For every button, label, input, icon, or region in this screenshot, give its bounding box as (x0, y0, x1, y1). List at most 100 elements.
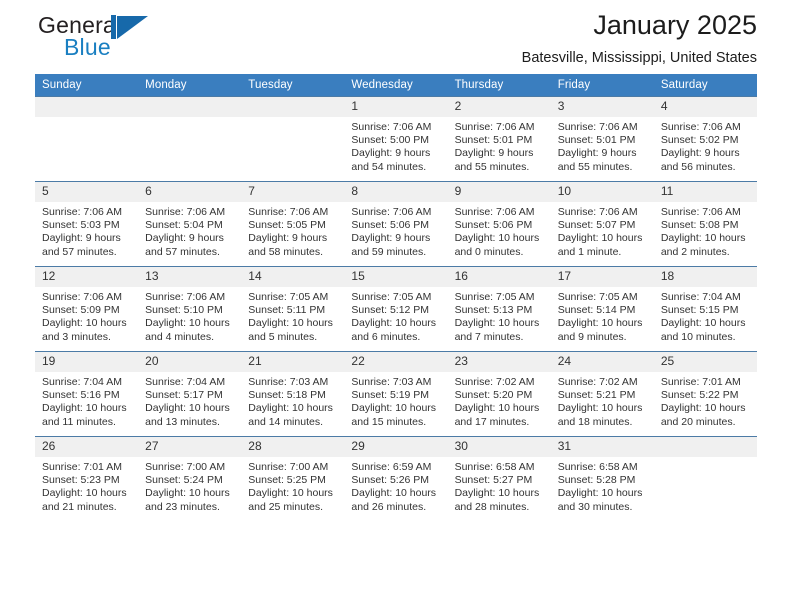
calendar-day-cell[interactable]: 6 Sunrise: 7:06 AM Sunset: 5:04 PM Daylight… (138, 181, 242, 267)
sunset-text: Sunset: 5:13 PM (454, 304, 533, 317)
sunrise-text: Sunrise: 7:06 AM (454, 206, 535, 218)
day-number: 27 (138, 437, 242, 457)
calendar-day-cell[interactable]: 10 Sunrise: 7:06 AM Sunset: 5:07 PM Dayligh… (550, 181, 654, 267)
calendar-day-cell[interactable]: 19 Sunrise: 7:04 AM Sunset: 5:16 PM Dayligh… (35, 351, 139, 437)
daylight-text-line1: Daylight: 9 hours (42, 232, 121, 245)
sunrise-sunset-calendar: Sunday Monday Tuesday Wednesday Thursday… (35, 74, 757, 521)
calendar-day-cell[interactable]: 17 Sunrise: 7:05 AM Sunset: 5:14 PM Dayligh… (550, 266, 654, 352)
calendar-day-cell[interactable]: 22 Sunrise: 7:03 AM Sunset: 5:19 PM Dayligh… (344, 351, 448, 437)
day-number: 13 (138, 267, 242, 287)
sunset-text: Sunset: 5:17 PM (145, 389, 223, 402)
day-number: 14 (241, 267, 345, 287)
daylight-text-line2: and 28 minutes. (454, 500, 530, 513)
sunrise-text: Sunrise: 7:04 AM (145, 376, 226, 388)
calendar-week-row: 5 Sunrise: 7:06 AM Sunset: 5:03 PM Daylight… (35, 181, 757, 267)
day-number: 18 (653, 267, 757, 287)
sunrise-text: Sunrise: 7:05 AM (557, 291, 638, 303)
daylight-text-line1: Daylight: 9 hours (351, 147, 431, 160)
day-details: Sunrise: 7:06 AM Sunset: 5:07 PM Daylight:… (551, 202, 654, 259)
sunset-text: Sunset: 5:27 PM (454, 474, 533, 487)
calendar-day-cell[interactable]: 3 Sunrise: 7:06 AM Sunset: 5:01 PM Daylight… (550, 96, 654, 182)
calendar-week-row: 26 Sunrise: 7:01 AM Sunset: 5:23 PM Dayligh… (35, 436, 757, 521)
day-number: 24 (550, 352, 654, 372)
weekday-header-sunday: Sunday (35, 74, 139, 97)
sunrise-text: Sunrise: 7:06 AM (351, 121, 432, 133)
sunset-text: Sunset: 5:09 PM (42, 304, 120, 317)
calendar-day-cell[interactable]: 25 Sunrise: 7:01 AM Sunset: 5:22 PM Dayligh… (653, 351, 757, 437)
day-number (138, 97, 242, 117)
calendar-day-cell[interactable]: 14 Sunrise: 7:05 AM Sunset: 5:11 PM Dayligh… (241, 266, 345, 352)
daylight-text-line2: and 59 minutes. (351, 245, 427, 258)
calendar-day-cell[interactable]: 20 Sunrise: 7:04 AM Sunset: 5:17 PM Dayligh… (138, 351, 242, 437)
daylight-text-line2: and 54 minutes. (351, 160, 427, 173)
day-details: Sunrise: 7:01 AM Sunset: 5:23 PM Daylight:… (35, 457, 138, 514)
calendar-day-cell[interactable]: 12 Sunrise: 7:06 AM Sunset: 5:09 PM Dayligh… (35, 266, 139, 352)
calendar-day-cell[interactable]: 8 Sunrise: 7:06 AM Sunset: 5:06 PM Daylight… (344, 181, 448, 267)
daylight-text-line2: and 0 minutes. (454, 245, 524, 258)
calendar-day-cell[interactable]: 15 Sunrise: 7:05 AM Sunset: 5:12 PM Dayligh… (344, 266, 448, 352)
daylight-text-line1: Daylight: 10 hours (557, 317, 643, 330)
sunrise-text: Sunrise: 7:01 AM (42, 461, 122, 473)
daylight-text-line2: and 57 minutes. (145, 245, 220, 258)
calendar-day-cell[interactable]: 27 Sunrise: 7:00 AM Sunset: 5:24 PM Dayligh… (138, 436, 242, 521)
calendar-day-cell[interactable]: 23 Sunrise: 7:02 AM Sunset: 5:20 PM Dayligh… (447, 351, 551, 437)
sunrise-text: Sunrise: 6:58 AM (454, 461, 535, 473)
calendar-day-cell[interactable]: 13 Sunrise: 7:06 AM Sunset: 5:10 PM Dayligh… (138, 266, 242, 352)
calendar-day-cell[interactable]: 2 Sunrise: 7:06 AM Sunset: 5:01 PM Daylight… (447, 96, 551, 182)
calendar-day-cell[interactable]: 26 Sunrise: 7:01 AM Sunset: 5:23 PM Dayligh… (35, 436, 139, 521)
logo-text-blue: Blue (64, 34, 111, 60)
calendar-day-cell[interactable]: 11 Sunrise: 7:06 AM Sunset: 5:08 PM Dayligh… (653, 181, 757, 267)
sunrise-text: Sunrise: 7:03 AM (351, 376, 432, 388)
day-number: 22 (344, 352, 448, 372)
general-blue-logo[interactable]: General Blue (38, 12, 238, 68)
daylight-text-line1: Daylight: 9 hours (351, 232, 431, 245)
day-details: Sunrise: 7:03 AM Sunset: 5:19 PM Daylight:… (344, 372, 447, 429)
sunrise-text: Sunrise: 7:05 AM (454, 291, 535, 303)
calendar-day-cell[interactable]: 1 Sunrise: 7:06 AM Sunset: 5:00 PM Daylight… (344, 96, 448, 182)
calendar-day-cell[interactable]: 18 Sunrise: 7:04 AM Sunset: 5:15 PM Dayligh… (653, 266, 757, 352)
calendar-day-cell[interactable]: 4 Sunrise: 7:06 AM Sunset: 5:02 PM Daylight… (653, 96, 757, 182)
sunset-text: Sunset: 5:23 PM (42, 474, 120, 487)
page-title: January 2025 (593, 10, 757, 40)
day-number: 15 (344, 267, 448, 287)
sunrise-text: Sunrise: 7:00 AM (145, 461, 226, 473)
calendar-day-cell[interactable]: 28 Sunrise: 7:00 AM Sunset: 5:25 PM Dayligh… (241, 436, 345, 521)
calendar-day-cell[interactable]: 9 Sunrise: 7:06 AM Sunset: 5:06 PM Daylight… (447, 181, 551, 267)
daylight-text-line2: and 3 minutes. (42, 330, 111, 343)
weekday-header-tuesday: Tuesday (241, 74, 345, 97)
calendar-day-cell[interactable]: 31 Sunrise: 6:58 AM Sunset: 5:28 PM Dayligh… (550, 436, 654, 521)
calendar-day-cell[interactable]: 7 Sunrise: 7:06 AM Sunset: 5:05 PM Daylight… (241, 181, 345, 267)
day-number: 10 (550, 182, 654, 202)
daylight-text-line1: Daylight: 9 hours (248, 232, 328, 245)
calendar-day-cell[interactable]: 16 Sunrise: 7:05 AM Sunset: 5:13 PM Dayligh… (447, 266, 551, 352)
day-number: 5 (35, 182, 139, 202)
sunset-text: Sunset: 5:26 PM (351, 474, 430, 487)
day-number: 6 (138, 182, 242, 202)
calendar-day-cell[interactable]: 29 Sunrise: 6:59 AM Sunset: 5:26 PM Dayligh… (344, 436, 448, 521)
calendar-day-cell[interactable]: 24 Sunrise: 7:02 AM Sunset: 5:21 PM Dayligh… (550, 351, 654, 437)
sunset-text: Sunset: 5:00 PM (351, 134, 430, 147)
calendar-page: General Blue January 2025 Batesville, Mi… (0, 0, 792, 612)
sunrise-text: Sunrise: 7:06 AM (145, 291, 226, 303)
daylight-text-line2: and 58 minutes. (248, 245, 323, 258)
daylight-text-line2: and 7 minutes. (454, 330, 524, 343)
day-number: 7 (241, 182, 345, 202)
day-details: Sunrise: 6:58 AM Sunset: 5:28 PM Daylight:… (551, 457, 654, 514)
sunrise-text: Sunrise: 6:59 AM (351, 461, 432, 473)
sunrise-text: Sunrise: 7:06 AM (454, 121, 535, 133)
daylight-text-line1: Daylight: 9 hours (660, 147, 740, 160)
day-details: Sunrise: 7:05 AM Sunset: 5:12 PM Daylight:… (344, 287, 447, 344)
day-details: Sunrise: 6:58 AM Sunset: 5:27 PM Daylight:… (448, 457, 551, 514)
logo-bar-shape (111, 15, 116, 39)
calendar-day-cell[interactable]: 30 Sunrise: 6:58 AM Sunset: 5:27 PM Dayligh… (447, 436, 551, 521)
sunrise-text: Sunrise: 7:06 AM (557, 206, 638, 218)
day-number: 1 (344, 97, 448, 117)
day-details: Sunrise: 7:06 AM Sunset: 5:09 PM Daylight:… (35, 287, 138, 344)
calendar-day-cell[interactable]: 21 Sunrise: 7:03 AM Sunset: 5:18 PM Dayligh… (241, 351, 345, 437)
day-details: Sunrise: 7:06 AM Sunset: 5:10 PM Daylight:… (138, 287, 241, 344)
weekday-header-monday: Monday (138, 74, 242, 97)
daylight-text-line2: and 18 minutes. (557, 415, 633, 428)
calendar-week-row: 19 Sunrise: 7:04 AM Sunset: 5:16 PM Dayligh… (35, 351, 757, 437)
daylight-text-line2: and 11 minutes. (42, 415, 116, 428)
calendar-day-cell[interactable]: 5 Sunrise: 7:06 AM Sunset: 5:03 PM Daylight… (35, 181, 139, 267)
